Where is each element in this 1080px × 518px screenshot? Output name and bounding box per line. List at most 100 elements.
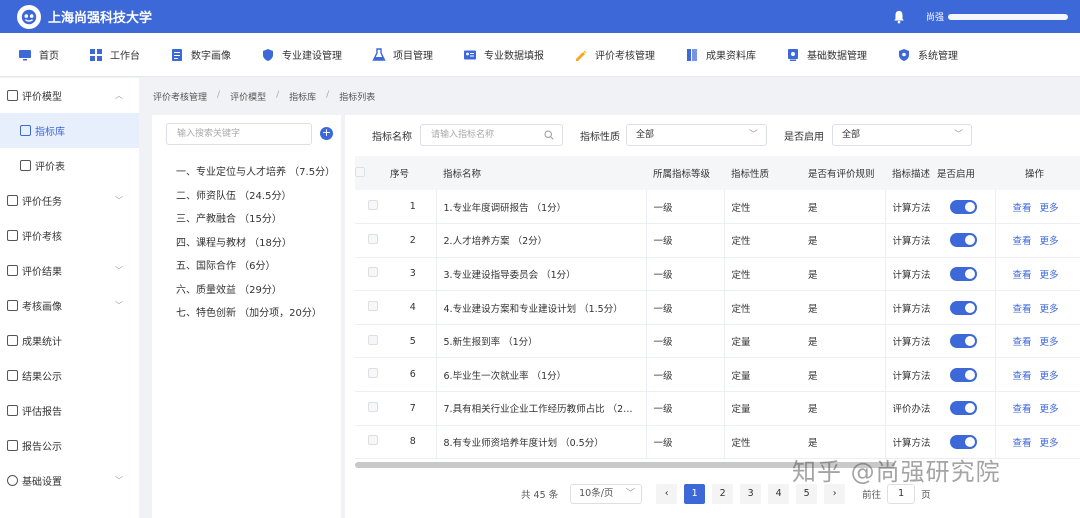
page-button[interactable]: 1	[684, 484, 706, 504]
enabled-toggle[interactable]	[950, 300, 977, 315]
view-link[interactable]: 查看	[1013, 438, 1032, 449]
checkbox[interactable]	[367, 200, 378, 211]
nav-item-major-construction[interactable]: 专业建设管理	[261, 33, 342, 77]
view-link[interactable]: 查看	[1013, 304, 1032, 315]
watermark: 知乎 @尚强研究院	[792, 458, 1001, 486]
sidebar-item-result-publicity[interactable]: 结果公示	[0, 358, 139, 393]
breadcrumb-item[interactable]: 评价考核管理	[153, 90, 207, 103]
checkbox[interactable]	[367, 233, 378, 244]
nav-item-basic-data[interactable]: 基础数据管理	[786, 33, 867, 77]
row-select[interactable]	[355, 223, 390, 258]
more-link[interactable]: 更多	[1040, 270, 1059, 281]
tree-node[interactable]: 七、特色创新 （加分项，20分）	[176, 304, 335, 328]
sidebar-item-label: 考核画像	[22, 302, 62, 313]
indicator-table: 序号 指标名称 所属指标等级 指标性质 是否有评价规则 指标描述 是否启用 操作…	[355, 156, 1080, 460]
header-select-all[interactable]	[355, 156, 390, 190]
nav-item-data-filling[interactable]: 专业数据填报	[463, 33, 544, 77]
tree-node[interactable]: 二、师资队伍 （24.5分）	[176, 187, 335, 211]
sidebar-item-evaluation-task[interactable]: 评价任务 ﹀	[0, 183, 139, 218]
nav-item-evaluation-management[interactable]: 评价考核管理	[574, 33, 655, 77]
more-link[interactable]: 更多	[1040, 203, 1059, 214]
more-link[interactable]: 更多	[1040, 236, 1059, 247]
tree-node[interactable]: 三、产教融合 （15分）	[176, 210, 335, 234]
user-name[interactable]: 尚强	[926, 10, 944, 23]
enabled-toggle[interactable]	[950, 199, 977, 214]
view-link[interactable]: 查看	[1013, 270, 1032, 281]
nav-label: 数字画像	[191, 51, 231, 62]
row-select[interactable]	[355, 357, 390, 393]
page-button[interactable]: 2	[712, 484, 734, 504]
row-select[interactable]	[355, 324, 390, 359]
enabled-toggle[interactable]	[950, 233, 977, 248]
view-link[interactable]: 查看	[1013, 337, 1032, 348]
sidebar-item-basic-settings[interactable]: 基础设置 ﹀	[0, 463, 139, 498]
nav-item-project-management[interactable]: 项目管理	[372, 33, 433, 77]
sidebar-item-indicator-library[interactable]: 指标库	[0, 113, 139, 148]
table-row: 6 6.毕业生一次就业率 （1分） 一级 定量是计算方法 查看 更多	[355, 357, 1080, 393]
checkbox[interactable]	[367, 435, 378, 446]
view-link[interactable]: 查看	[1013, 371, 1032, 382]
prev-page-button[interactable]: ‹	[656, 484, 678, 504]
row-select[interactable]	[355, 391, 390, 426]
tree-node[interactable]: 一、专业定位与人才培养 （7.5分）	[176, 163, 335, 187]
tree-node[interactable]: 六、质量效益 （29分）	[176, 281, 335, 305]
sidebar-item-report-publicity[interactable]: 报告公示	[0, 428, 139, 463]
page-button[interactable]: 4	[768, 484, 790, 504]
nav-item-workbench[interactable]: 工作台	[89, 33, 140, 77]
page-button[interactable]: 5	[796, 484, 818, 504]
checkbox[interactable]	[355, 166, 365, 177]
table-row: 4 4.专业建设方案和专业建设计划 （1.5分） 一级 定性是计算方法 查看 更多	[355, 290, 1080, 325]
enabled-toggle[interactable]	[950, 334, 977, 349]
next-page-button[interactable]: ›	[824, 484, 846, 504]
more-link[interactable]: 更多	[1040, 404, 1059, 415]
row-select[interactable]	[355, 257, 390, 292]
cell-desc: 计算方法	[884, 357, 930, 393]
sidebar-item-evaluation-model[interactable]: 评价模型 ︿	[0, 78, 139, 113]
document-icon	[172, 48, 182, 61]
more-link[interactable]: 更多	[1040, 337, 1059, 348]
goto-page-input[interactable]: 1	[887, 484, 916, 504]
sidebar-item-evaluation-assessment[interactable]: 评价考核	[0, 218, 139, 253]
more-link[interactable]: 更多	[1040, 438, 1059, 449]
sidebar-item-assessment-report[interactable]: 评估报告	[0, 393, 139, 428]
row-select[interactable]	[355, 190, 390, 225]
more-link[interactable]: 更多	[1040, 371, 1059, 382]
enabled-toggle[interactable]	[950, 401, 977, 416]
sidebar-item-achievement-stats[interactable]: 成果统计	[0, 323, 139, 358]
enabled-toggle[interactable]	[950, 367, 977, 382]
more-link[interactable]: 更多	[1040, 304, 1059, 315]
checkbox[interactable]	[367, 334, 378, 345]
checkbox[interactable]	[367, 401, 378, 412]
tree-node[interactable]: 四、课程与教材 （18分）	[176, 234, 335, 258]
view-link[interactable]: 查看	[1013, 203, 1032, 214]
sidebar-item-evaluation-result[interactable]: 评价结果 ﹀	[0, 253, 139, 288]
enabled-toggle[interactable]	[950, 434, 977, 449]
bell-icon[interactable]	[892, 10, 906, 24]
view-link[interactable]: 查看	[1013, 404, 1032, 415]
tree-node[interactable]: 五、国际合作 （6分）	[176, 257, 335, 281]
nav-item-system-management[interactable]: 系统管理	[897, 33, 958, 77]
nav-item-home[interactable]: 首页	[18, 33, 59, 77]
page-button[interactable]: 3	[740, 484, 762, 504]
view-link[interactable]: 查看	[1013, 236, 1032, 247]
row-select[interactable]	[355, 290, 390, 325]
chevron-down-icon: ﹀	[625, 488, 636, 499]
nav-item-digital-portrait[interactable]: 数字画像	[170, 33, 231, 77]
page-size-select[interactable]: 10条/页 ﹀	[570, 484, 643, 504]
sidebar-item-assessment-portrait[interactable]: 考核画像 ﹀	[0, 288, 139, 323]
enabled-toggle[interactable]	[950, 266, 977, 281]
checkbox[interactable]	[367, 368, 378, 379]
nature-select[interactable]: 全部 ﹀	[626, 124, 767, 146]
enabled-select[interactable]: 全部 ﹀	[832, 124, 972, 146]
add-node-button[interactable]: +	[320, 127, 333, 140]
nav-item-achievement-library[interactable]: 成果资料库	[685, 33, 756, 77]
tree-search-input[interactable]: 输入搜索关键字	[166, 123, 312, 145]
checkbox[interactable]	[367, 301, 378, 312]
row-select[interactable]	[355, 425, 390, 460]
checkbox[interactable]	[367, 267, 378, 278]
breadcrumb-item[interactable]: 评价模型	[230, 90, 266, 103]
breadcrumb-item[interactable]: 指标库	[289, 90, 316, 103]
chevron-down-icon: ﹀	[115, 196, 123, 205]
sidebar-item-evaluation-table[interactable]: 评价表	[0, 148, 139, 183]
indicator-name-input[interactable]: 请输入指标名称	[420, 124, 563, 146]
